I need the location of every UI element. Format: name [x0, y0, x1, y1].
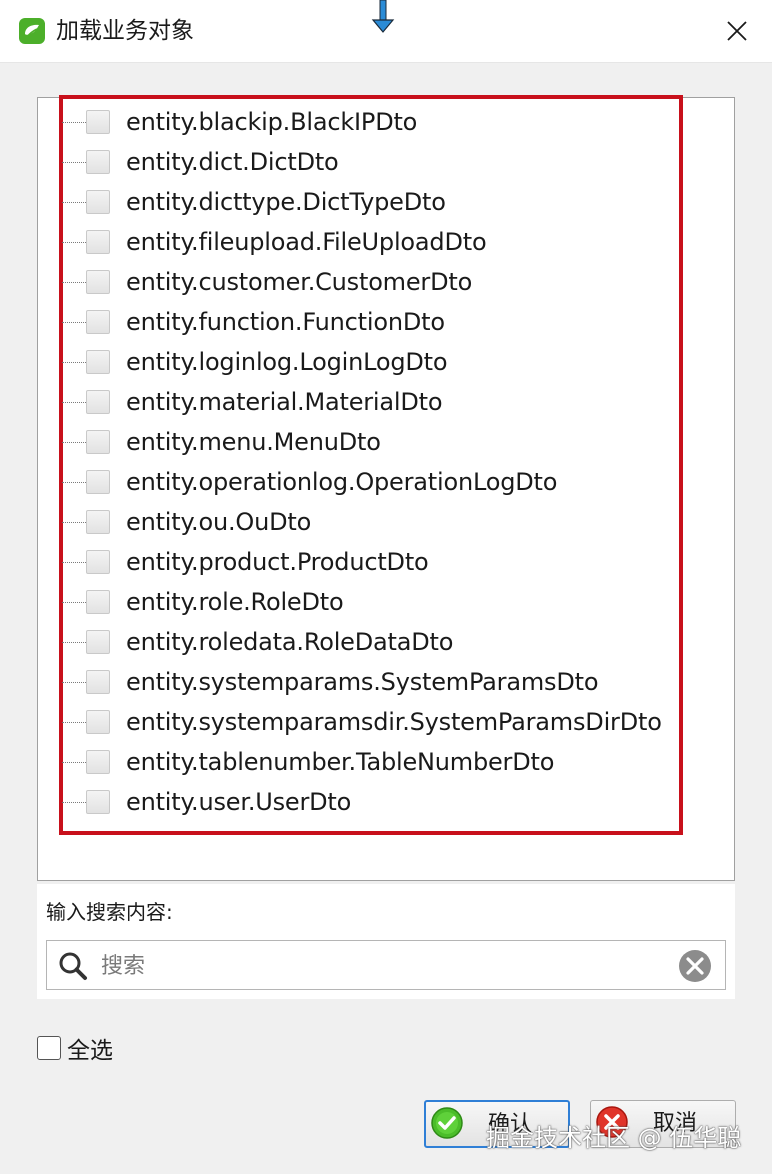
search-label: 输入搜索内容: [46, 900, 173, 924]
tree-item[interactable]: entity.role.RoleDto [62, 582, 344, 622]
tree-item-label: entity.role.RoleDto [126, 588, 344, 616]
tree-item-checkbox[interactable] [86, 190, 110, 214]
tree-item-label: entity.menu.MenuDto [126, 428, 381, 456]
tree-item-checkbox[interactable] [86, 350, 110, 374]
tree-item[interactable]: entity.blackip.BlackIPDto [62, 102, 417, 142]
select-all-label: 全选 [67, 1038, 113, 1064]
tree-item-checkbox[interactable] [86, 270, 110, 294]
watermark-text: 掘金技术社区 @ 伍华聪 [486, 1124, 742, 1152]
tree-connector [62, 641, 86, 643]
tree-connector [62, 681, 86, 683]
tree-connector [62, 721, 86, 723]
tree-item-checkbox[interactable] [86, 550, 110, 574]
tree-item-label: entity.dicttype.DictTypeDto [126, 188, 446, 216]
tree-connector [62, 281, 86, 283]
tree-item-label: entity.product.ProductDto [126, 548, 429, 576]
tree-item-checkbox[interactable] [86, 150, 110, 174]
tree-item-checkbox[interactable] [86, 590, 110, 614]
tree-item-checkbox[interactable] [86, 710, 110, 734]
tree-connector [62, 561, 86, 563]
tree-item-checkbox[interactable] [86, 430, 110, 454]
tree-connector [62, 761, 86, 763]
tree-connector [62, 201, 86, 203]
tree-item-label: entity.function.FunctionDto [126, 308, 445, 336]
tree-item-label: entity.loginlog.LoginLogDto [126, 348, 448, 376]
tree-item[interactable]: entity.dict.DictDto [62, 142, 339, 182]
clear-circle-icon[interactable] [677, 948, 713, 984]
tree-connector [62, 521, 86, 523]
magnifier-icon [59, 952, 87, 980]
select-all-option[interactable]: 全选 [37, 1032, 113, 1064]
tree-item-checkbox[interactable] [86, 470, 110, 494]
tree-item[interactable]: entity.operationlog.OperationLogDto [62, 462, 557, 502]
tree-item-checkbox[interactable] [86, 390, 110, 414]
tree-item-checkbox[interactable] [86, 670, 110, 694]
window-title: 加载业务对象 [56, 18, 194, 44]
tree-item-label: entity.roledata.RoleDataDto [126, 628, 454, 656]
tree-connector [62, 241, 86, 243]
tree-item-label: entity.user.UserDto [126, 788, 352, 816]
tree-item-checkbox[interactable] [86, 510, 110, 534]
tree-item[interactable]: entity.systemparams.SystemParamsDto [62, 662, 599, 702]
tree-connector [62, 161, 86, 163]
green-leaf-app-icon [19, 18, 45, 44]
tree-item-checkbox[interactable] [86, 630, 110, 654]
tree-item-label: entity.material.MaterialDto [126, 388, 443, 416]
tree-item-label: entity.blackip.BlackIPDto [126, 108, 418, 136]
search-box[interactable] [46, 940, 726, 990]
tree-item[interactable]: entity.loginlog.LoginLogDto [62, 342, 448, 382]
tree-item[interactable]: entity.user.UserDto [62, 782, 351, 822]
tree-connector [62, 321, 86, 323]
tree-connector [62, 361, 86, 363]
arrow-down-icon [371, 0, 395, 33]
tree-item[interactable]: entity.material.MaterialDto [62, 382, 443, 422]
tree-item-checkbox[interactable] [86, 230, 110, 254]
tree-item[interactable]: entity.customer.CustomerDto [62, 262, 472, 302]
green-check-icon [431, 1107, 463, 1139]
tree-item-label: entity.customer.CustomerDto [126, 268, 473, 296]
tree-item[interactable]: entity.menu.MenuDto [62, 422, 381, 462]
tree-item-label: entity.operationlog.OperationLogDto [126, 468, 558, 496]
tree-item[interactable]: entity.ou.OuDto [62, 502, 311, 542]
tree-item[interactable]: entity.dicttype.DictTypeDto [62, 182, 446, 222]
tree-item-label: entity.tablenumber.TableNumberDto [126, 748, 555, 776]
tree-item-checkbox[interactable] [86, 310, 110, 334]
tree-connector [62, 481, 86, 483]
tree-item-label: entity.systemparams.SystemParamsDto [126, 668, 599, 696]
tree-item-checkbox[interactable] [86, 750, 110, 774]
tree-item[interactable]: entity.tablenumber.TableNumberDto [62, 742, 554, 782]
tree-item[interactable]: entity.systemparamsdir.SystemParamsDirDt… [62, 702, 662, 742]
tree-item[interactable]: entity.product.ProductDto [62, 542, 429, 582]
tree-item[interactable]: entity.fileupload.FileUploadDto [62, 222, 487, 262]
title-bar: 加载业务对象 [0, 0, 772, 63]
tree-connector [62, 601, 86, 603]
tree-item-label: entity.dict.DictDto [126, 148, 339, 176]
select-all-checkbox[interactable] [37, 1036, 61, 1060]
tree-item-checkbox[interactable] [86, 110, 110, 134]
tree-connector [62, 801, 86, 803]
close-x-icon [727, 21, 747, 41]
tree-item[interactable]: entity.function.FunctionDto [62, 302, 445, 342]
tree-item-label: entity.ou.OuDto [126, 508, 312, 536]
tree-connector [62, 401, 86, 403]
tree-item-checkbox[interactable] [86, 790, 110, 814]
tree-item-label: entity.systemparamsdir.SystemParamsDirDt… [126, 708, 662, 736]
search-input[interactable] [99, 947, 663, 985]
tree-item[interactable]: entity.roledata.RoleDataDto [62, 622, 453, 662]
tree-item-label: entity.fileupload.FileUploadDto [126, 228, 487, 256]
tree-connector [62, 121, 86, 123]
close-button[interactable] [714, 10, 760, 52]
tree-connector [62, 441, 86, 443]
